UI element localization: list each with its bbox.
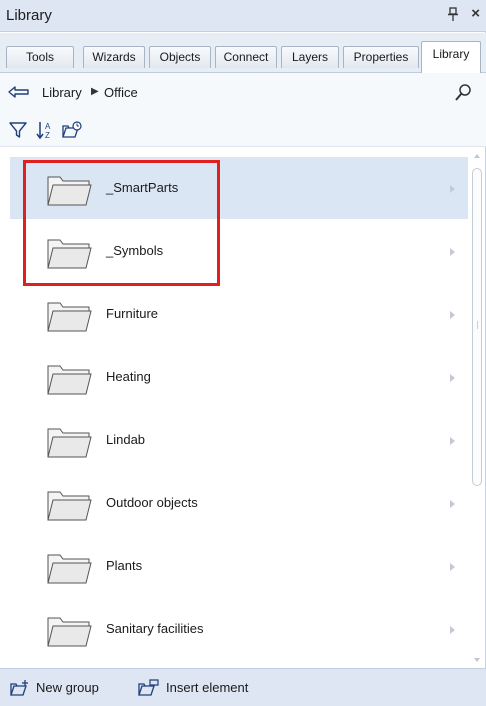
breadcrumb: Library ▶ Office [0, 73, 486, 113]
library-toolbar: A Z [0, 113, 486, 147]
folder-icon [46, 425, 92, 459]
list-item[interactable]: Plants [10, 535, 468, 597]
tab-connect[interactable]: Connect [215, 46, 277, 68]
tab-objects[interactable]: Objects [149, 46, 211, 68]
filter-icon[interactable] [8, 120, 28, 140]
list-item[interactable]: Sanitary facilities [10, 598, 468, 660]
tab-properties[interactable]: Properties [343, 46, 419, 68]
tab-wizards[interactable]: Wizards [83, 46, 145, 68]
list-item-label: Sanitary facilities [106, 621, 204, 636]
folder-icon [46, 614, 92, 648]
list-item-label: _SmartParts [106, 180, 179, 195]
chevron-right-icon [449, 371, 456, 382]
panel-title: Library [6, 7, 52, 24]
insert-element-icon[interactable] [138, 679, 159, 697]
tab-tools[interactable]: Tools [6, 46, 74, 68]
new-group-icon[interactable] [10, 679, 30, 697]
svg-text:A: A [45, 122, 51, 131]
list-item-label: Outdoor objects [106, 495, 198, 510]
list-item-label: Plants [106, 558, 143, 573]
folder-icon [46, 362, 92, 396]
tab-layers[interactable]: Layers [281, 46, 339, 68]
breadcrumb-item-library[interactable]: Library [42, 85, 82, 100]
folder-icon [46, 488, 92, 522]
back-arrow-icon[interactable] [8, 85, 30, 99]
chevron-right-icon [449, 497, 456, 508]
list-item-label: Heating [106, 369, 151, 384]
library-panel: Library × Tools Wizards Objects Connect … [0, 0, 486, 706]
list-item[interactable]: Outdoor objects [10, 472, 468, 534]
list-item-label: Lindab [106, 432, 146, 447]
list-item[interactable]: Lindab [10, 409, 468, 471]
list-item-label: Furniture [106, 306, 159, 321]
folder-icon [46, 299, 92, 333]
chevron-right-icon [449, 434, 456, 445]
scrollbar[interactable] [470, 150, 484, 666]
chevron-right-icon [449, 560, 456, 571]
close-icon[interactable]: × [471, 5, 480, 22]
chevron-right-icon [449, 182, 456, 193]
pin-icon[interactable] [446, 7, 460, 23]
panel-footer: New group Insert element [0, 668, 486, 706]
group-favorites-icon[interactable] [62, 120, 82, 140]
folder-list: _SmartParts _Symbols Furniture Heating L… [10, 157, 468, 667]
svg-text:Z: Z [45, 131, 50, 140]
tab-strip: Tools Wizards Objects Connect Layers Pro… [0, 33, 486, 73]
list-item[interactable]: Furniture [10, 283, 468, 345]
scroll-down-icon[interactable] [474, 658, 480, 662]
chevron-right-icon [449, 245, 456, 256]
list-item-label: _Symbols [106, 243, 164, 258]
chevron-right-icon [449, 623, 456, 634]
sort-icon[interactable]: A Z [36, 120, 56, 140]
new-group-button[interactable]: New group [36, 680, 99, 695]
scroll-up-icon[interactable] [474, 154, 480, 158]
breadcrumb-item-office[interactable]: Office [104, 85, 138, 100]
scroll-thumb[interactable] [472, 168, 482, 486]
folder-icon [46, 236, 92, 270]
folder-icon [46, 551, 92, 585]
chevron-right-icon [449, 308, 456, 319]
list-item[interactable]: _SmartParts [10, 157, 468, 219]
tab-library[interactable]: Library [421, 41, 481, 73]
insert-element-button[interactable]: Insert element [166, 680, 248, 695]
breadcrumb-separator-icon: ▶ [91, 86, 99, 97]
scroll-grip-icon [477, 321, 478, 329]
folder-icon [46, 173, 92, 207]
search-icon[interactable] [454, 83, 472, 103]
panel-titlebar: Library × [0, 0, 486, 32]
list-item[interactable]: _Symbols [10, 220, 468, 282]
list-item[interactable]: Heating [10, 346, 468, 408]
